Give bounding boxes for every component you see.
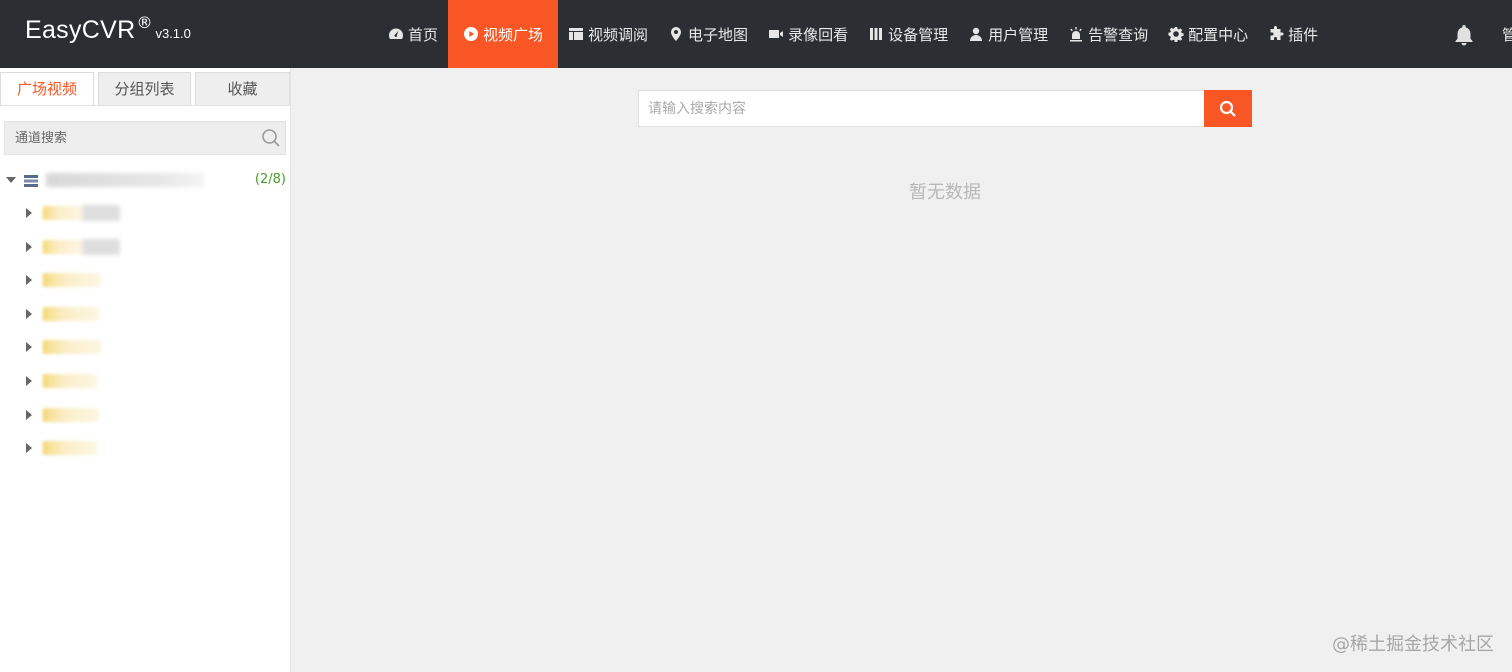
- nav-item-home[interactable]: 首页: [378, 0, 448, 68]
- top-navbar: EasyCVR ® v3.1.0 首页 视频广场 视频调阅 电子地图 录像回看 …: [0, 0, 1512, 68]
- dashboard-icon: [388, 26, 404, 42]
- map-pin-icon: [668, 26, 684, 42]
- layout-icon: [568, 26, 584, 42]
- logo[interactable]: EasyCVR ® v3.1.0: [25, 13, 191, 52]
- caret-right-icon[interactable]: [26, 309, 32, 319]
- bell-icon[interactable]: [1452, 23, 1476, 47]
- nav-item-label: 用户管理: [988, 25, 1049, 44]
- nav-item-label: 录像回看: [788, 25, 849, 44]
- nav-item-devices[interactable]: 设备管理: [858, 0, 958, 68]
- caret-right-icon[interactable]: [26, 443, 32, 453]
- nav-item-alarms[interactable]: 告警查询: [1058, 0, 1158, 68]
- main-search: [638, 90, 1252, 127]
- search-button[interactable]: [1204, 90, 1252, 127]
- server-icon: [24, 173, 38, 187]
- tree-child-label-redacted: [82, 239, 120, 255]
- nav-item-label: 视频广场: [483, 25, 544, 44]
- caret-right-icon[interactable]: [26, 410, 32, 420]
- nav-item-label: 首页: [408, 25, 439, 44]
- sidebar: 广场视频 分组列表 收藏 (2/8): [0, 68, 291, 672]
- video-camera-icon: [768, 26, 784, 42]
- tree-child-node[interactable]: [0, 201, 291, 225]
- caret-down-icon[interactable]: [6, 177, 16, 183]
- empty-state-text: 暂无数据: [909, 182, 981, 203]
- tab-group-list[interactable]: 分组列表: [98, 72, 191, 106]
- tree-child-node[interactable]: [0, 268, 291, 292]
- sidebar-tabs: 广场视频 分组列表 收藏: [0, 72, 291, 106]
- main-search-input[interactable]: [638, 90, 1204, 127]
- main-nav: 首页 视频广场 视频调阅 电子地图 录像回看 设备管理 用户管理 告警查询 配置…: [378, 0, 1328, 68]
- play-circle-icon: [463, 26, 479, 42]
- folder-icon: [43, 408, 99, 422]
- tree-child-node[interactable]: [0, 302, 291, 326]
- nav-item-video-browse[interactable]: 视频调阅: [558, 0, 658, 68]
- tree-child-node[interactable]: [0, 335, 291, 359]
- folder-icon: [43, 307, 99, 321]
- caret-right-icon[interactable]: [26, 242, 32, 252]
- tree-child-node[interactable]: [0, 436, 291, 460]
- search-icon: [1219, 100, 1236, 117]
- caret-right-icon[interactable]: [26, 275, 32, 285]
- puzzle-icon: [1268, 26, 1284, 42]
- nav-item-label: 视频调阅: [588, 25, 649, 44]
- tree-root-node[interactable]: (2/8): [0, 168, 291, 192]
- folder-icon: [43, 206, 83, 220]
- caret-right-icon[interactable]: [26, 376, 32, 386]
- device-icon: [868, 26, 884, 42]
- watermark: @稀土掘金技术社区: [1332, 634, 1494, 655]
- caret-right-icon[interactable]: [26, 342, 32, 352]
- tree-child-node[interactable]: [0, 369, 291, 393]
- tree-child-node[interactable]: [0, 235, 291, 259]
- nav-item-label: 电子地图: [688, 25, 749, 44]
- nav-item-label: 插件: [1288, 25, 1319, 44]
- logo-registered-mark: ®: [136, 13, 153, 32]
- nav-item-video-square[interactable]: 视频广场: [448, 0, 559, 68]
- tree-root-label-redacted: [46, 173, 204, 187]
- user-icon: [968, 26, 984, 42]
- tab-favorites[interactable]: 收藏: [195, 72, 290, 106]
- caret-right-icon[interactable]: [26, 208, 32, 218]
- channel-search-input[interactable]: [5, 122, 255, 154]
- nav-item-playback[interactable]: 录像回看: [758, 0, 858, 68]
- nav-item-config[interactable]: 配置中心: [1158, 0, 1258, 68]
- nav-item-plugins[interactable]: 插件: [1258, 0, 1328, 68]
- alarm-light-icon: [1068, 26, 1084, 42]
- folder-icon: [43, 340, 101, 354]
- nav-item-truncated[interactable]: 管: [1502, 24, 1512, 45]
- search-icon[interactable]: [261, 128, 281, 148]
- channel-count: (2/8): [254, 172, 286, 187]
- nav-item-label: 配置中心: [1188, 25, 1249, 44]
- folder-icon: [43, 441, 97, 455]
- logo-version: v3.1.0: [155, 26, 191, 41]
- folder-icon: [43, 273, 101, 287]
- nav-item-map[interactable]: 电子地图: [658, 0, 758, 68]
- nav-item-label: 告警查询: [1088, 25, 1149, 44]
- tab-divider: [0, 105, 291, 106]
- folder-icon: [43, 374, 97, 388]
- logo-name: EasyCVR: [25, 16, 136, 44]
- nav-item-label: 设备管理: [888, 25, 949, 44]
- gear-icon: [1168, 26, 1184, 42]
- tree-child-label-redacted: [82, 205, 120, 221]
- tree-child-node[interactable]: [0, 403, 291, 427]
- folder-icon: [43, 240, 83, 254]
- tab-square-videos[interactable]: 广场视频: [0, 72, 94, 106]
- channel-search: [4, 121, 286, 155]
- nav-item-users[interactable]: 用户管理: [958, 0, 1058, 68]
